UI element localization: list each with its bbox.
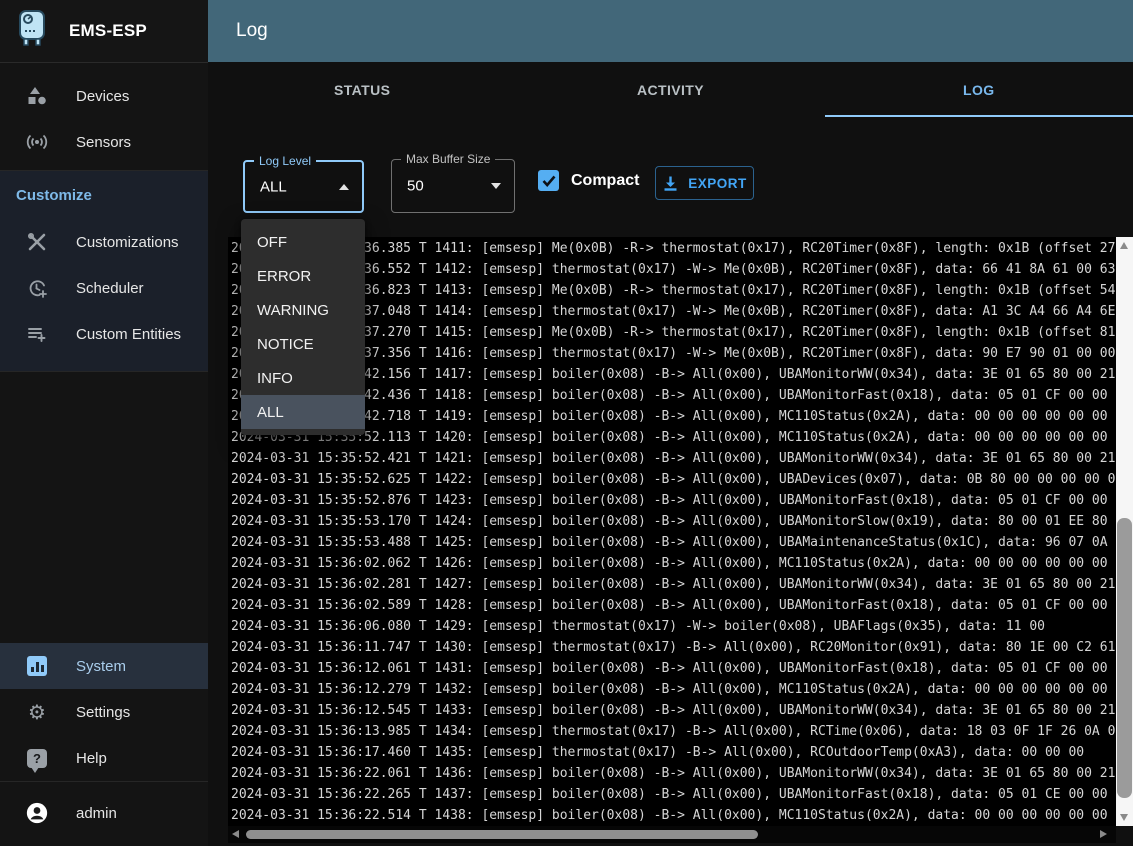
check-icon: [542, 175, 556, 187]
scroll-left-arrow-icon[interactable]: [232, 830, 239, 838]
vertical-scrollbar[interactable]: [1116, 237, 1133, 826]
main-area: Log STATUS ACTIVITY LOG Log Level ALL Ma…: [208, 0, 1133, 846]
sidebar-item-label: Customizations: [76, 234, 179, 251]
sidebar-item-label: Sensors: [76, 134, 131, 151]
log-level-option[interactable]: INFO: [241, 361, 365, 395]
log-line: 2024-03-31 15:36:02.589 T 1428: [emsesp]…: [228, 595, 1116, 616]
log-level-option[interactable]: WARNING: [241, 293, 365, 327]
log-level-value: ALL: [260, 178, 287, 195]
log-line: 2024-03-31 15:36:22.265 T 1437: [emsesp]…: [228, 784, 1116, 805]
log-line: 2024-03-31 15:35:52.421 T 1421: [emsesp]…: [228, 448, 1116, 469]
compact-checkbox[interactable]: [538, 170, 559, 191]
bar-chart-icon: [26, 656, 48, 676]
sidebar-item-settings[interactable]: ⚙ Settings: [0, 689, 208, 735]
user-row-admin[interactable]: admin: [0, 790, 208, 836]
nav-section-customize: Customize Customizations: [0, 171, 208, 372]
horizontal-scrollbar[interactable]: [228, 826, 1116, 843]
log-line: 2024-03-31 15:36:12.545 T 1433: [emsesp]…: [228, 700, 1116, 721]
list-plus-icon: [26, 324, 48, 344]
log-level-option[interactable]: ERROR: [241, 259, 365, 293]
log-line: 2024-03-31 15:36:12.279 T 1432: [emsesp]…: [228, 679, 1116, 700]
sidebar: EMS-ESP Devices: [0, 0, 208, 846]
log-level-label: Log Level: [254, 154, 316, 168]
log-line: 2024-03-31 15:36:22.061 T 1436: [emsesp]…: [228, 763, 1116, 784]
log-line: 2024-03-31 15:36:06.080 T 1429: [emsesp]…: [228, 616, 1116, 637]
sidebar-item-scheduler[interactable]: Scheduler: [0, 265, 208, 311]
sidebar-item-label: Settings: [76, 704, 130, 721]
log-level-option[interactable]: ALL: [241, 395, 365, 429]
customize-section-header: Customize: [0, 171, 208, 219]
sidebar-item-help[interactable]: ? Help: [0, 735, 208, 781]
tools-icon: [26, 232, 48, 252]
log-level-option[interactable]: NOTICE: [241, 327, 365, 361]
log-line: 2024-03-31 15:36:17.460 T 1435: [emsesp]…: [228, 742, 1116, 763]
scroll-down-arrow-icon[interactable]: [1120, 814, 1128, 821]
shapes-icon: [26, 86, 48, 106]
sidebar-item-label: Scheduler: [76, 280, 144, 297]
vertical-scrollbar-thumb[interactable]: [1117, 518, 1132, 798]
tab-log[interactable]: LOG: [825, 62, 1133, 117]
log-level-option[interactable]: OFF: [241, 225, 365, 259]
log-line: 2024-03-31 15:36:02.281 T 1427: [emsesp]…: [228, 574, 1116, 595]
nav-section-main: Devices Sensors: [0, 63, 208, 171]
sidebar-item-label: System: [76, 658, 126, 675]
log-level-select[interactable]: Log Level ALL: [243, 160, 364, 213]
question-bubble-icon: ?: [26, 749, 48, 768]
max-buffer-select[interactable]: Max Buffer Size 50: [391, 159, 515, 213]
clock-plus-icon: [26, 278, 48, 298]
scroll-up-arrow-icon[interactable]: [1120, 242, 1128, 249]
radio-waves-icon: [26, 133, 48, 151]
log-line: 2024-03-31 15:36:12.061 T 1431: [emsesp]…: [228, 658, 1116, 679]
horizontal-scrollbar-thumb[interactable]: [246, 830, 758, 839]
nav-section-system: System ⚙ Settings ? Help: [0, 643, 208, 781]
brand: EMS-ESP: [0, 0, 208, 63]
tab-status[interactable]: STATUS: [208, 62, 516, 117]
gear-icon: ⚙: [26, 702, 48, 722]
boiler-logo-icon: [15, 9, 49, 54]
app-bar: Log: [208, 0, 1133, 62]
scroll-right-arrow-icon[interactable]: [1100, 830, 1107, 838]
account-circle-icon: [26, 800, 48, 826]
log-line: 2024-03-31 15:36:22.514 T 1438: [emsesp]…: [228, 805, 1116, 826]
log-line: 2024-03-31 15:35:53.488 T 1425: [emsesp]…: [228, 532, 1116, 553]
app-title: EMS-ESP: [69, 21, 147, 41]
sidebar-item-customizations[interactable]: Customizations: [0, 219, 208, 265]
chevron-down-icon: [491, 183, 501, 189]
user-section: admin: [0, 781, 208, 846]
log-line: 2024-03-31 15:35:53.170 T 1424: [emsesp]…: [228, 511, 1116, 532]
sidebar-item-label: Custom Entities: [76, 326, 181, 343]
tab-activity[interactable]: ACTIVITY: [516, 62, 824, 117]
tab-bar: STATUS ACTIVITY LOG: [208, 62, 1133, 117]
sidebar-item-label: Devices: [76, 88, 129, 105]
page-title: Log: [236, 20, 268, 42]
log-level-menu: OFFERRORWARNINGNOTICEINFOALL: [241, 219, 365, 435]
sidebar-item-label: Help: [76, 750, 107, 767]
export-button[interactable]: EXPORT: [655, 166, 754, 200]
max-buffer-value: 50: [407, 178, 424, 195]
export-label: EXPORT: [688, 176, 747, 191]
sidebar-item-custom-entities[interactable]: Custom Entities: [0, 311, 208, 357]
log-line: 2024-03-31 15:35:52.625 T 1422: [emsesp]…: [228, 469, 1116, 490]
sidebar-item-sensors[interactable]: Sensors: [0, 119, 208, 165]
log-line: 2024-03-31 15:36:13.985 T 1434: [emsesp]…: [228, 721, 1116, 742]
sidebar-item-devices[interactable]: Devices: [0, 73, 208, 119]
compact-label: Compact: [571, 172, 639, 190]
max-buffer-label: Max Buffer Size: [401, 152, 495, 166]
log-line: 2024-03-31 15:35:52.876 T 1423: [emsesp]…: [228, 490, 1116, 511]
username: admin: [76, 805, 117, 822]
download-icon: [662, 175, 679, 192]
log-line: 2024-03-31 15:36:11.747 T 1430: [emsesp]…: [228, 637, 1116, 658]
chevron-up-icon: [339, 184, 349, 190]
log-line: 2024-03-31 15:36:02.062 T 1426: [emsesp]…: [228, 553, 1116, 574]
compact-control: Compact: [538, 170, 639, 191]
sidebar-item-system[interactable]: System: [0, 643, 208, 689]
sidebar-spacer: [0, 372, 208, 643]
